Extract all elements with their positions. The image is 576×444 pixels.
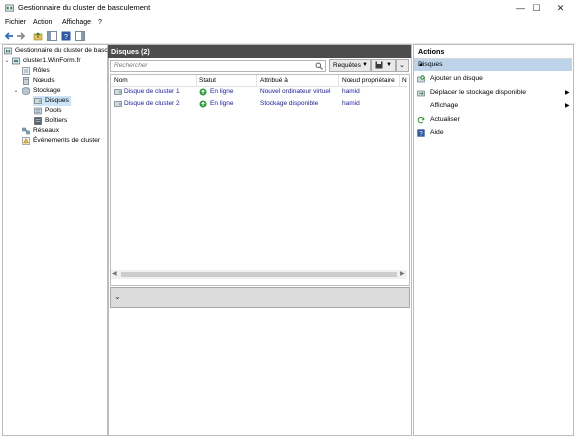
refresh-icon: [417, 116, 425, 124]
row-name: Disque de cluster 2: [124, 100, 180, 107]
action-refresh[interactable]: Actualiser: [414, 114, 572, 126]
row-assigned: Nouvel ordinateur virtuel: [260, 88, 331, 95]
events-icon: [22, 137, 30, 145]
action-label: Affichage: [430, 102, 459, 109]
chevron-down-icon: ⌄: [399, 62, 405, 69]
column-header-assigned[interactable]: Attribué à: [260, 76, 288, 86]
submenu-arrow-icon: ▶: [565, 103, 570, 109]
save-icon: [375, 61, 383, 69]
menu-help[interactable]: ?: [98, 18, 102, 28]
row-name: Disque de cluster 1: [124, 88, 180, 95]
action-label: Déplacer le stockage disponible: [430, 89, 526, 96]
tree-label-cluster: cluster1.WinForm.fr: [23, 57, 81, 64]
menu-action[interactable]: Action: [33, 18, 52, 28]
networks-icon: [22, 127, 30, 135]
status-bar: [0, 436, 576, 444]
column-header-owner[interactable]: Nœud propriétaire: [342, 76, 395, 86]
row-owner: hamid: [342, 88, 360, 95]
collapse-search-button[interactable]: ⌄: [396, 59, 409, 72]
action-add-disk[interactable]: Ajouter un disque: [414, 73, 572, 85]
show-hide-tree-icon[interactable]: [47, 31, 57, 41]
close-button[interactable]: ✕: [546, 0, 575, 17]
expand-chevron-icon[interactable]: ⌄: [114, 291, 121, 303]
collapse-chevron-icon[interactable]: ⌄: [13, 86, 19, 96]
tree-item-disks[interactable]: Disques: [33, 96, 71, 106]
toolbar: [0, 29, 576, 44]
roles-icon: [22, 67, 30, 75]
menu-view[interactable]: Affichage: [62, 18, 91, 28]
results-header: Disques (2): [108, 45, 411, 58]
actions-title: Actions: [418, 47, 445, 56]
tree-label-root: Gestionnaire du cluster de basc: [15, 47, 108, 54]
forward-arrow-icon[interactable]: [16, 31, 26, 41]
cluster-manager-icon: [5, 4, 14, 12]
show-hide-actions-icon[interactable]: [75, 31, 85, 41]
disk-icon: [114, 89, 122, 95]
search-input[interactable]: Rechercher: [110, 60, 326, 72]
cluster-manager-icon: [4, 47, 12, 55]
action-help[interactable]: ? Aide: [414, 127, 572, 139]
tree-label-enclosures: Boîtiers: [45, 117, 68, 124]
enclosures-icon: [34, 117, 42, 125]
action-view[interactable]: Affichage ▶: [414, 100, 572, 112]
action-move-storage[interactable]: Déplacer le stockage disponible ▶: [414, 87, 572, 99]
action-label: Actualiser: [430, 116, 460, 123]
column-divider[interactable]: [256, 75, 257, 86]
action-label: Aide: [430, 129, 444, 136]
row-status: En ligne: [210, 88, 234, 95]
window-title: Gestionnaire du cluster de basculement: [18, 3, 151, 12]
search-placeholder: Rechercher: [114, 62, 148, 69]
up-folder-icon[interactable]: [33, 31, 43, 41]
actions-header: Actions: [414, 45, 572, 59]
move-storage-icon: [417, 90, 425, 97]
column-header-number[interactable]: N: [402, 76, 407, 86]
chevron-down-icon: ▼: [362, 62, 368, 68]
details-pane[interactable]: ⌄: [110, 287, 410, 308]
tree-label-storage: Stockage: [33, 87, 61, 94]
tree-label-roles: Rôles: [33, 67, 50, 74]
tree-label-networks: Réseaux: [33, 127, 60, 134]
add-disk-icon: [417, 75, 425, 83]
tree-label-nodes: Nœuds: [33, 77, 55, 84]
submenu-arrow-icon: ▶: [565, 90, 570, 96]
actions-section-disks[interactable]: Disques ▲: [414, 59, 572, 71]
collapse-up-icon[interactable]: ▲: [418, 59, 568, 71]
scroll-left-icon[interactable]: ◀: [112, 270, 117, 279]
cluster-icon: [12, 57, 20, 65]
chevron-down-icon: ▼: [386, 62, 392, 68]
disk-icon: [114, 101, 122, 107]
menu-file[interactable]: Fichier: [5, 18, 26, 28]
row-owner: hamid: [342, 100, 360, 107]
back-arrow-icon[interactable]: [4, 31, 14, 41]
disks-icon: [34, 98, 42, 104]
scrollbar-thumb[interactable]: [121, 272, 397, 277]
results-title: Disques (2): [111, 47, 150, 56]
queries-label: Requêtes: [333, 62, 361, 69]
scroll-right-icon[interactable]: ▶: [400, 270, 405, 279]
pools-icon: [34, 107, 42, 115]
action-label: Ajouter un disque: [430, 75, 483, 82]
tree-label-events: Événements de cluster: [33, 137, 101, 144]
tree-label-disks: Disques: [45, 97, 69, 104]
storage-icon: [22, 87, 30, 95]
column-divider[interactable]: [196, 75, 197, 86]
nodes-icon: [23, 77, 29, 85]
help-icon: ?: [417, 129, 425, 137]
column-divider[interactable]: [338, 75, 339, 86]
row-assigned: Stockage disponible: [260, 100, 319, 107]
column-divider[interactable]: [399, 75, 400, 86]
help-icon[interactable]: ?: [61, 31, 71, 41]
column-header-status[interactable]: Statut: [199, 76, 216, 86]
column-header-name[interactable]: Nom: [114, 76, 128, 86]
online-status-icon: [199, 88, 207, 96]
collapse-chevron-icon[interactable]: ⌄: [4, 56, 10, 66]
save-query-button[interactable]: ▼: [371, 59, 396, 72]
search-icon[interactable]: [315, 62, 323, 70]
svg-text:?: ?: [64, 34, 68, 41]
online-status-icon: [199, 100, 207, 108]
row-status: En ligne: [210, 100, 234, 107]
tree-label-pools: Pools: [45, 107, 62, 114]
queries-button[interactable]: Requêtes ▼: [329, 59, 371, 72]
